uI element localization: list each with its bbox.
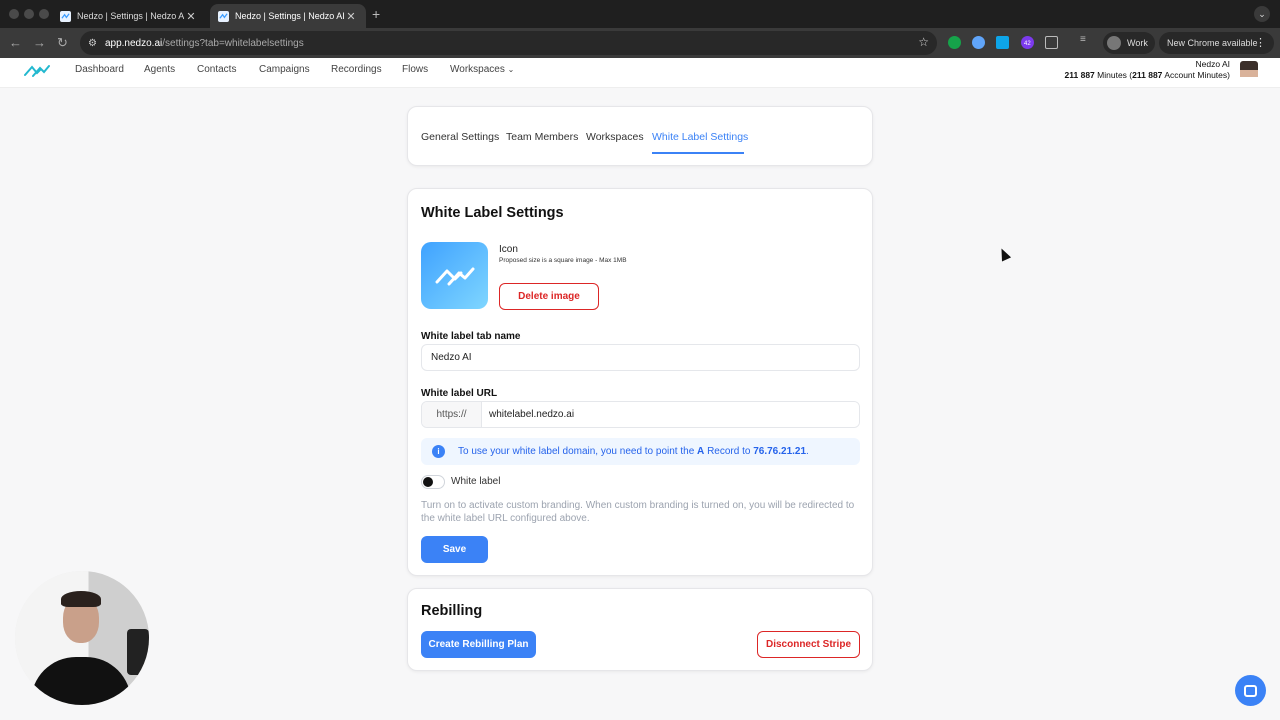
- icon-label: Icon: [499, 244, 518, 255]
- settings-tabs-card: General Settings Team Members Workspaces…: [407, 106, 873, 166]
- tab-general-settings[interactable]: General Settings: [421, 131, 499, 143]
- tab-name-label: White label tab name: [421, 331, 521, 342]
- browser-tab-active[interactable]: Nedzo | Settings | Nedzo AI ✕: [210, 4, 366, 28]
- nav-campaigns[interactable]: Campaigns: [259, 64, 310, 75]
- site-info-icon[interactable]: ⚙: [88, 38, 97, 49]
- browser-toolbar: ← → ↻ ⚙ app.nedzo.ai/settings?tab=whitel…: [0, 28, 1280, 58]
- create-rebilling-plan-button[interactable]: Create Rebilling Plan: [421, 631, 536, 658]
- extension-icon[interactable]: [972, 36, 985, 49]
- extension-icon[interactable]: [996, 36, 1009, 49]
- nav-workspaces[interactable]: Workspaces ⌄: [450, 64, 514, 75]
- dns-info-text: To use your white label domain, you need…: [458, 446, 809, 457]
- white-label-url-input[interactable]: [482, 402, 859, 427]
- nav-contacts[interactable]: Contacts: [197, 64, 236, 75]
- nedzo-favicon-icon: [60, 10, 71, 22]
- microphone-icon: [127, 629, 149, 675]
- minutes-balance: 211 887 Minutes (211 887 Account Minutes…: [1064, 70, 1230, 80]
- tab-white-label-settings[interactable]: White Label Settings: [652, 131, 748, 143]
- tab-team-members[interactable]: Team Members: [506, 131, 578, 143]
- window-minimize-button[interactable]: [24, 9, 34, 19]
- disconnect-stripe-button[interactable]: Disconnect Stripe: [757, 631, 860, 658]
- forward-arrow-icon[interactable]: →: [33, 35, 46, 51]
- chevron-down-icon: ⌄: [507, 65, 515, 74]
- section-title: Rebilling: [421, 603, 483, 619]
- chat-launcher-button[interactable]: [1235, 675, 1266, 706]
- extensions-puzzle-icon[interactable]: [1045, 36, 1058, 49]
- info-icon: i: [432, 445, 445, 458]
- browser-tab-strip: Nedzo | Settings | Nedzo AI ✕ Nedzo | Se…: [0, 0, 1280, 28]
- mouse-cursor-icon: [996, 246, 1012, 262]
- profile-chip[interactable]: Work: [1103, 32, 1155, 54]
- tab-name-input[interactable]: [421, 344, 860, 371]
- tab-close-icon[interactable]: ✕: [344, 10, 358, 23]
- profile-avatar: [1107, 36, 1121, 50]
- webcam-overlay: [15, 571, 149, 705]
- rebilling-card: Rebilling Create Rebilling Plan Disconne…: [407, 588, 873, 671]
- window-close-button[interactable]: [9, 9, 19, 19]
- bookmark-star-icon[interactable]: ☆: [918, 35, 929, 49]
- nedzo-logo-icon[interactable]: [24, 64, 50, 78]
- url-label: White label URL: [421, 388, 498, 399]
- window-zoom-button[interactable]: [39, 9, 49, 19]
- white-label-card: White Label Settings Icon Proposed size …: [407, 188, 873, 576]
- tab-search-chevron-icon[interactable]: ⌄: [1254, 6, 1270, 22]
- avatar[interactable]: [1240, 61, 1258, 81]
- white-label-toggle[interactable]: [421, 475, 445, 489]
- nav-flows[interactable]: Flows: [402, 64, 428, 75]
- chrome-update-chip[interactable]: New Chrome available ⋮: [1159, 32, 1274, 54]
- url-prefix: https://: [422, 402, 482, 427]
- extension-badge-icon[interactable]: 42: [1021, 36, 1034, 49]
- tab-title: Nedzo | Settings | Nedzo AI: [77, 11, 184, 21]
- more-menu-icon[interactable]: ⋮: [1255, 36, 1266, 49]
- delete-image-button[interactable]: Delete image: [499, 283, 599, 310]
- url-field-group: https://: [421, 401, 860, 428]
- tab-close-icon[interactable]: ✕: [184, 10, 198, 23]
- toggle-knob: [423, 477, 433, 487]
- app-nav: Dashboard Agents Contacts Campaigns Reco…: [0, 58, 1280, 88]
- address-bar[interactable]: ⚙ app.nedzo.ai/settings?tab=whitelabelse…: [80, 31, 937, 55]
- wave-logo-icon: [435, 267, 474, 285]
- chat-icon: [1244, 684, 1257, 697]
- nedzo-favicon-icon: [218, 10, 229, 22]
- white-label-toggle-label: White label: [451, 476, 501, 487]
- nav-dashboard[interactable]: Dashboard: [75, 64, 124, 75]
- dns-info-alert: i To use your white label domain, you ne…: [421, 438, 860, 465]
- reading-list-icon[interactable]: ≡: [1080, 34, 1093, 47]
- nav-agents[interactable]: Agents: [144, 64, 175, 75]
- icon-hint: Proposed size is a square image - Max 1M…: [499, 257, 627, 264]
- nav-recordings[interactable]: Recordings: [331, 64, 382, 75]
- save-button[interactable]: Save: [421, 536, 488, 563]
- section-title: White Label Settings: [421, 205, 564, 221]
- reload-icon[interactable]: ↻: [57, 35, 68, 51]
- tab-workspaces[interactable]: Workspaces: [586, 131, 644, 143]
- back-arrow-icon[interactable]: ←: [9, 35, 22, 51]
- active-tab-indicator: [652, 152, 744, 154]
- toggle-description: Turn on to activate custom branding. Whe…: [421, 500, 855, 524]
- grammarly-extension-icon[interactable]: [948, 36, 961, 49]
- account-name: Nedzo AI: [1195, 59, 1231, 69]
- new-tab-icon[interactable]: +: [372, 6, 380, 22]
- white-label-icon-preview[interactable]: [421, 242, 488, 309]
- address-url: app.nedzo.ai/settings?tab=whitelabelsett…: [104, 37, 304, 49]
- tab-title: Nedzo | Settings | Nedzo AI: [235, 11, 344, 21]
- browser-tab[interactable]: Nedzo | Settings | Nedzo AI ✕: [52, 4, 206, 28]
